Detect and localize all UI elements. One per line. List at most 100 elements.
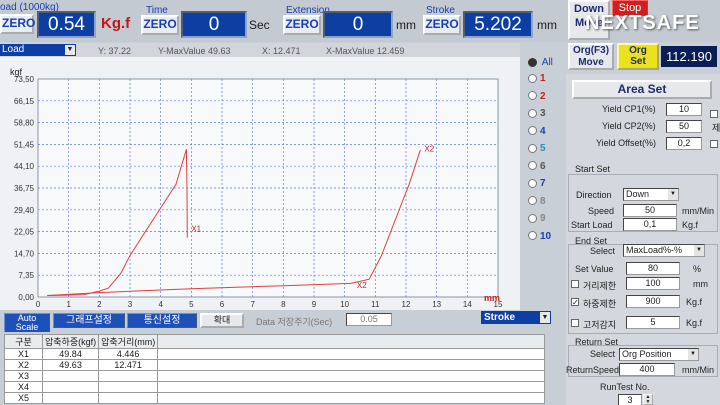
- channel-item[interactable]: 6: [528, 161, 546, 172]
- channel-radio[interactable]: [528, 91, 537, 101]
- x-tick-label: 6: [220, 300, 225, 309]
- stroke-display: 5.202: [463, 11, 533, 38]
- yield-offset-input[interactable]: 0,2: [666, 137, 702, 150]
- extension-display: 0: [323, 11, 393, 38]
- org-set-button[interactable]: Org Set: [617, 43, 659, 70]
- channel-radio[interactable]: [528, 161, 537, 171]
- end-select-label: Select: [590, 246, 616, 256]
- y-tick-label: 58,80: [14, 119, 35, 128]
- yield-cp2-input[interactable]: 50: [666, 120, 702, 133]
- table-header-empty: [157, 334, 545, 349]
- load-limit-input[interactable]: 900: [626, 295, 680, 308]
- stroke-select-value: Stroke: [484, 312, 516, 323]
- channel-radio[interactable]: [528, 213, 537, 223]
- run-test-input[interactable]: 3: [618, 394, 642, 405]
- stroke-zero-button[interactable]: ZERO: [423, 15, 461, 35]
- channel-item[interactable]: 9: [528, 213, 546, 224]
- table-cell: X3: [4, 370, 43, 382]
- load-select-value: Load: [2, 44, 25, 55]
- fixed-detect-unit: Kg.f: [686, 318, 703, 328]
- edge-checkbox-2[interactable]: [710, 140, 718, 148]
- data-period-input[interactable]: 0.05: [346, 313, 392, 326]
- channel-item[interactable]: 8: [528, 196, 546, 207]
- area-set-button[interactable]: Area Set: [572, 80, 712, 99]
- x-tick-label: 4: [158, 300, 163, 309]
- x-tick-label: 12: [402, 300, 411, 309]
- graph-settings-button[interactable]: 그래프설정: [53, 313, 125, 328]
- table-cell: [98, 381, 159, 393]
- y-tick-label: 51,45: [14, 140, 35, 149]
- channel-item[interactable]: 5: [528, 143, 546, 154]
- load-limit-checkbox[interactable]: ✓: [571, 298, 579, 307]
- table-header: 압축거리(mm): [98, 334, 159, 349]
- y-tick-label: 66,15: [14, 97, 35, 106]
- channel-item[interactable]: 2: [528, 91, 546, 102]
- curve-marker-label: X2: [424, 145, 434, 154]
- distance-limit-input[interactable]: 100: [626, 277, 680, 290]
- table-row[interactable]: X5: [4, 392, 545, 404]
- channel-radio[interactable]: [528, 231, 537, 241]
- status-bar: [0, 43, 520, 57]
- channel-radio[interactable]: [528, 108, 537, 118]
- channel-radio[interactable]: [528, 73, 537, 83]
- channel-radio[interactable]: [528, 178, 537, 188]
- zoom-button[interactable]: 확대: [200, 313, 244, 328]
- channel-item[interactable]: 7: [528, 178, 546, 189]
- stroke-select[interactable]: Stroke ▼: [481, 311, 551, 324]
- load-zero-button[interactable]: ZERO: [0, 14, 35, 34]
- load-select[interactable]: Load ▼: [0, 44, 76, 56]
- x-max-readout: X-MaxValue 12.459: [326, 46, 405, 56]
- channel-label: 4: [540, 125, 546, 137]
- channel-label: 10: [540, 230, 552, 242]
- extension-zero-button[interactable]: ZERO: [283, 15, 321, 35]
- edge-label: 제: [712, 123, 720, 133]
- load-display: 0.54: [37, 11, 96, 38]
- table-cell: 4.446: [98, 348, 159, 360]
- speed-input[interactable]: 50: [623, 204, 677, 217]
- comm-settings-button[interactable]: 통신설정: [127, 313, 197, 328]
- x-tick-label: 9: [312, 300, 317, 309]
- channel-label: 7: [540, 178, 546, 189]
- table-cell-empty: [157, 359, 545, 371]
- table-row[interactable]: X4: [4, 381, 545, 393]
- time-unit: Sec: [249, 18, 270, 32]
- chevron-down-icon: ▼: [65, 45, 75, 55]
- edge-checkbox[interactable]: [710, 110, 718, 118]
- return-speed-input[interactable]: 400: [619, 363, 675, 376]
- org-value-display: 112.190: [661, 46, 717, 67]
- table-row[interactable]: X3: [4, 370, 545, 382]
- run-test-stepper[interactable]: ▲ ▼: [643, 394, 653, 405]
- channel-radio[interactable]: [528, 196, 537, 206]
- channel-item[interactable]: 3: [528, 108, 546, 119]
- channel-label: 1: [540, 73, 546, 84]
- time-zero-button[interactable]: ZERO: [141, 15, 179, 35]
- channel-all-radio[interactable]: [528, 57, 537, 67]
- auto-scale-button[interactable]: Auto Scale: [4, 313, 50, 333]
- channel-item[interactable]: 1: [528, 73, 546, 84]
- direction-select[interactable]: Down ▼: [623, 188, 679, 201]
- fixed-detect-checkbox[interactable]: [571, 319, 579, 327]
- channel-radio[interactable]: [528, 143, 537, 153]
- extension-unit: mm: [396, 18, 416, 32]
- channel-all[interactable]: All: [528, 57, 553, 68]
- distance-limit-checkbox[interactable]: [571, 280, 579, 288]
- table-row[interactable]: X1 49.84 4.446: [4, 348, 545, 360]
- fixed-detect-input[interactable]: 5: [626, 316, 680, 329]
- table-header: 압축하중(kgf): [41, 334, 100, 349]
- y-max-readout: Y-MaxValue 49.63: [158, 46, 231, 56]
- end-select[interactable]: MaxLoad%-% ▼: [623, 244, 705, 257]
- table-row[interactable]: X2 49.63 12.471: [4, 359, 545, 371]
- y-tick-label: 0,00: [18, 293, 34, 302]
- channel-item[interactable]: 10: [528, 231, 551, 242]
- set-value-input[interactable]: 80: [626, 262, 680, 275]
- return-select[interactable]: Org Position ▼: [619, 348, 699, 361]
- channel-radio[interactable]: [528, 126, 537, 136]
- x-tick-label: 0: [36, 300, 41, 309]
- yield-cp1-input[interactable]: 10: [666, 103, 702, 116]
- curve-marker-label: X2: [357, 281, 367, 290]
- table-cell-empty: [157, 348, 545, 360]
- start-load-input[interactable]: 0,1: [623, 218, 677, 231]
- org-move-button[interactable]: Org(F3) Move: [568, 43, 614, 70]
- start-set-title: Start Set: [575, 164, 611, 174]
- channel-item[interactable]: 4: [528, 126, 546, 137]
